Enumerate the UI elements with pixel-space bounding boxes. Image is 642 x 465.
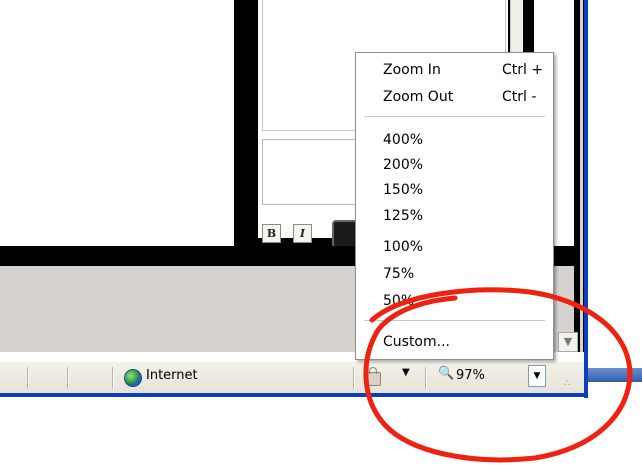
zoom-dropdown-button[interactable]: ▼ — [528, 365, 546, 387]
zoom-level-value[interactable]: 97% — [456, 368, 485, 383]
padlock-icon[interactable] — [365, 367, 381, 386]
menu-item-label: Zoom Out — [383, 89, 454, 105]
menu-item-zoom-50[interactable]: 50% — [383, 290, 414, 312]
menu-item-custom-zoom[interactable]: Custom... — [383, 331, 450, 353]
menu-item-zoom-150[interactable]: 150% — [383, 179, 423, 201]
status-separator — [112, 367, 113, 389]
bold-button[interactable]: B — [262, 224, 281, 243]
menu-separator — [364, 116, 545, 117]
status-separator — [353, 367, 354, 389]
window-frame-bottom — [0, 393, 588, 397]
menu-item-zoom-400[interactable]: 400% — [383, 129, 423, 151]
menu-item-shortcut: Ctrl - — [502, 89, 537, 105]
status-separator — [67, 367, 68, 389]
italic-button[interactable]: I — [293, 224, 312, 243]
menu-item-shortcut: Ctrl + — [502, 62, 544, 78]
status-bar — [0, 361, 584, 394]
content-right-edge — [580, 0, 583, 352]
scroll-down-arrow-icon[interactable]: ▼ — [558, 332, 578, 352]
zoom-menu: Zoom In Ctrl + Zoom Out Ctrl - 400% 200%… — [355, 52, 554, 360]
resize-grip-icon[interactable]: ∴ — [564, 378, 576, 390]
security-dropdown-arrow-icon[interactable]: ▼ — [402, 367, 410, 378]
status-separator — [425, 367, 426, 389]
window-frame-right — [584, 0, 588, 398]
internet-globe-icon — [124, 369, 142, 387]
security-zone-label[interactable]: Internet — [146, 368, 198, 383]
menu-item-zoom-125[interactable]: 125% — [383, 205, 423, 227]
status-separator — [27, 367, 28, 389]
zoom-magnifier-icon[interactable]: 🔍 — [438, 366, 454, 381]
menu-item-zoom-75[interactable]: 75% — [383, 263, 414, 285]
menu-item-zoom-out[interactable]: Zoom Out Ctrl - — [383, 86, 536, 108]
menu-separator — [364, 320, 545, 321]
menu-item-label: Zoom In — [383, 62, 441, 78]
taskbar-edge — [588, 368, 642, 382]
menu-item-zoom-in[interactable]: Zoom In Ctrl + — [383, 59, 543, 81]
menu-item-zoom-100[interactable]: 100% — [383, 236, 423, 258]
menu-item-zoom-200[interactable]: 200% — [383, 154, 423, 176]
